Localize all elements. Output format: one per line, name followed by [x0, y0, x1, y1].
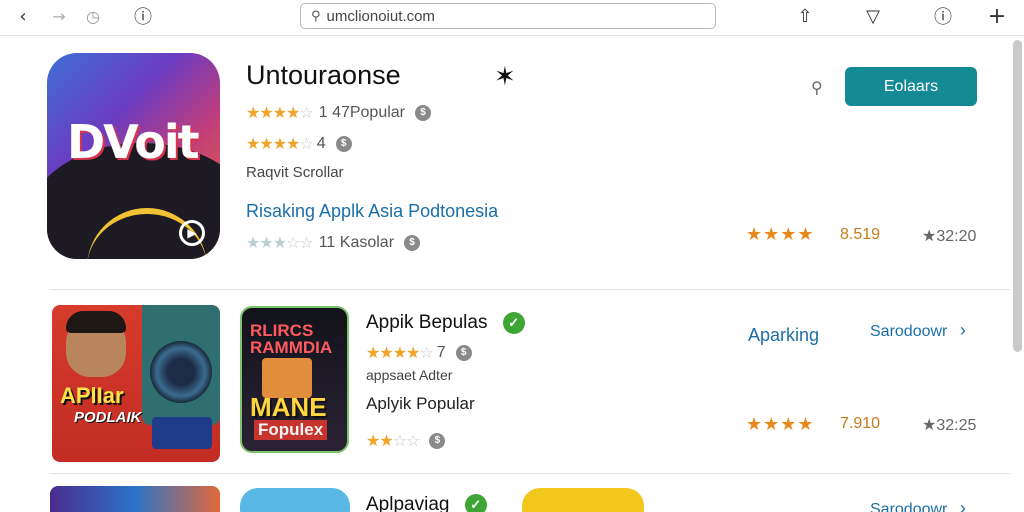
thumbnail-text: PODLAIK: [74, 409, 142, 426]
info-icon[interactable]: $: [415, 104, 432, 121]
back-icon[interactable]: ‹: [10, 4, 36, 28]
rating-half-star: ☆: [299, 103, 313, 122]
search-icon[interactable]: ⚲: [811, 78, 823, 97]
app-thumbnail[interactable]: [240, 488, 350, 512]
scrollbar[interactable]: [1013, 40, 1022, 352]
app-title: Appik Bepulas ✓: [366, 312, 525, 334]
app-subtitle: Raqvit Scrollar: [246, 164, 344, 181]
divider: [50, 473, 1010, 474]
info-icon[interactable]: $: [455, 344, 472, 361]
info-icon[interactable]: $: [429, 432, 446, 449]
rating-stars: ★★★: [246, 233, 287, 252]
app-title-text: Appik Bepulas: [366, 312, 488, 334]
see-more-link[interactable]: Sarodoowr ›: [870, 320, 966, 341]
rating-text: 11 Kasolar: [318, 233, 395, 251]
play-icon: ▶: [179, 220, 205, 246]
camera-lens-icon: [150, 341, 212, 403]
app-logo-text: DVoit: [67, 115, 200, 169]
rating-empty-stars: ☆☆: [286, 233, 314, 252]
see-more-label: Sarodoowr: [870, 323, 948, 340]
rating-count: ★32:25: [922, 417, 977, 434]
rating-row: ★★★★☆ 4 $: [246, 134, 352, 153]
featured-app-icon[interactable]: DVoit ▶: [47, 53, 220, 259]
rating-stars: ★★★★: [246, 134, 300, 153]
info-icon[interactable]: ⓘ: [930, 4, 956, 28]
search-icon: ⚲: [311, 8, 321, 24]
category-link[interactable]: Aparking: [748, 325, 819, 346]
rating-row: ★★★★☆ 1 47Popular $: [246, 103, 432, 122]
info-icon[interactable]: $: [335, 135, 352, 152]
rating-stars: ★★★★: [746, 224, 815, 245]
url-text: umclionoiut.com: [326, 7, 435, 25]
rating-text: 4: [316, 134, 326, 152]
browser-toolbar: ‹ → ◷ ⓘ ⚲ umclionoiut.com ⇧ ▽ ⓘ +: [0, 0, 1024, 36]
see-more-label: Sarodoowr: [870, 501, 948, 512]
rating-stars: ★★★★: [746, 414, 815, 435]
rating-half-star: ☆: [419, 343, 433, 362]
rating-score: 7.910: [840, 415, 881, 432]
rating-row: ★★★☆☆ 11 Kasolar $: [246, 233, 421, 252]
thumbnail-text: APlIar: [60, 383, 124, 408]
new-tab-icon[interactable]: +: [984, 4, 1010, 29]
thumbnail-text: MANE: [250, 392, 327, 422]
history-icon[interactable]: ◷: [80, 4, 106, 28]
rating-score: 8.519: [840, 226, 881, 243]
app-thumbnail[interactable]: [50, 486, 220, 512]
app-title: Untouraonse: [246, 60, 401, 90]
chevron-right-icon: ›: [959, 498, 966, 512]
rating-empty-stars: ☆☆: [392, 431, 421, 450]
pocket-icon[interactable]: ▽: [860, 4, 886, 28]
forward-icon[interactable]: →: [46, 4, 72, 28]
chevron-right-icon: ›: [959, 320, 966, 340]
app-title: Aplpaviag ✓: [366, 494, 487, 512]
rating-half-star: ☆: [299, 134, 313, 153]
rating-row: ★★☆☆ $: [366, 431, 446, 450]
share-icon[interactable]: ⇧: [792, 4, 818, 28]
thumbnail-text: Fopulex: [254, 420, 328, 440]
url-bar[interactable]: ⚲ umclionoiut.com: [300, 3, 716, 29]
app-thumbnail[interactable]: [522, 488, 644, 512]
rating-text: 7: [436, 343, 446, 361]
verified-icon: ✓: [464, 494, 487, 512]
divider: [50, 289, 1010, 290]
rating-row: ★★★★☆ 7 $: [366, 343, 472, 362]
see-more-link[interactable]: Sarodoowr ›: [870, 498, 966, 512]
thumbnail-text: RLIRCS RAMMDIA: [250, 321, 333, 357]
rating-count: ★32:20: [922, 228, 977, 245]
verified-icon: ✓: [502, 312, 525, 334]
info-icon[interactable]: $: [404, 234, 421, 251]
get-button[interactable]: Eolaars: [845, 67, 977, 106]
alert-icon[interactable]: ⓘ: [130, 4, 156, 28]
app-thumbnail[interactable]: APlIar PODLAIK: [52, 305, 220, 462]
thumbnail-decoration: [66, 311, 126, 333]
rating-stars: ★★★★: [246, 103, 300, 122]
app-subtitle: appsaet Adter: [366, 367, 453, 383]
rating-text: 1 47Popular: [318, 103, 406, 121]
rating-stars: ★★: [366, 431, 394, 450]
close-icon[interactable]: ✶: [494, 62, 516, 92]
thumbnail-decoration: [152, 417, 212, 449]
app-thumbnail[interactable]: RLIRCS RAMMDIA MANE Fopulex: [240, 306, 349, 453]
app-category-link[interactable]: Risaking Applk Asia Podtonesia: [246, 201, 498, 222]
rating-stars: ★★★★: [366, 343, 420, 362]
app-category: Aplyik Popular: [366, 394, 475, 413]
app-title-text: Aplpaviag: [366, 494, 450, 512]
